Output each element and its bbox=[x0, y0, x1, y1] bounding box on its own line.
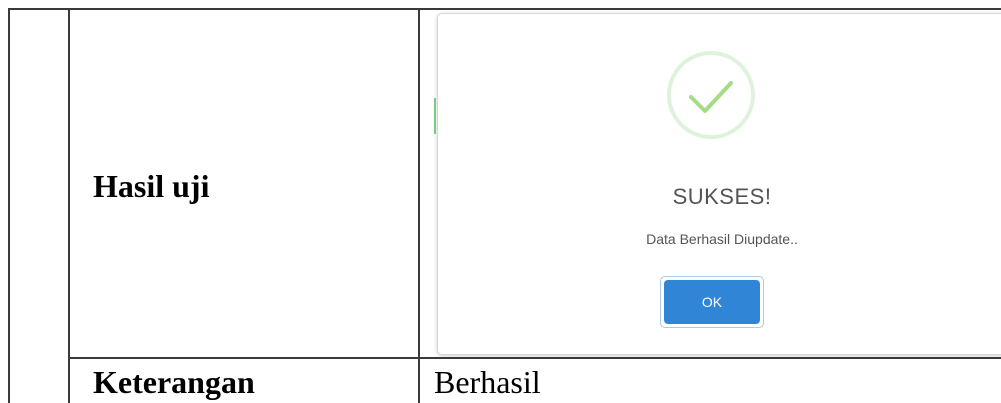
dialog-title: SUKSES! bbox=[672, 184, 772, 209]
result-screenshot: SUKSES! Data Berhasil Diupdate.. OK bbox=[420, 10, 1001, 357]
ok-button-label: OK bbox=[664, 280, 760, 324]
success-check-icon bbox=[667, 51, 755, 139]
check-mark-icon bbox=[689, 81, 733, 113]
background-accent bbox=[434, 98, 436, 134]
row-label-keterangan: Keterangan bbox=[93, 364, 255, 400]
ok-button[interactable]: OK bbox=[660, 276, 764, 328]
success-dialog: SUKSES! Data Berhasil Diupdate.. OK bbox=[437, 13, 1001, 355]
table-column-divider-1 bbox=[68, 8, 70, 403]
dialog-message: Data Berhasil Diupdate.. bbox=[646, 231, 798, 247]
row-value-keterangan: Berhasil bbox=[434, 364, 541, 400]
table-left-border bbox=[8, 8, 10, 403]
row-label-hasil-uji: Hasil uji bbox=[93, 168, 210, 204]
table-row-divider bbox=[68, 357, 1001, 359]
